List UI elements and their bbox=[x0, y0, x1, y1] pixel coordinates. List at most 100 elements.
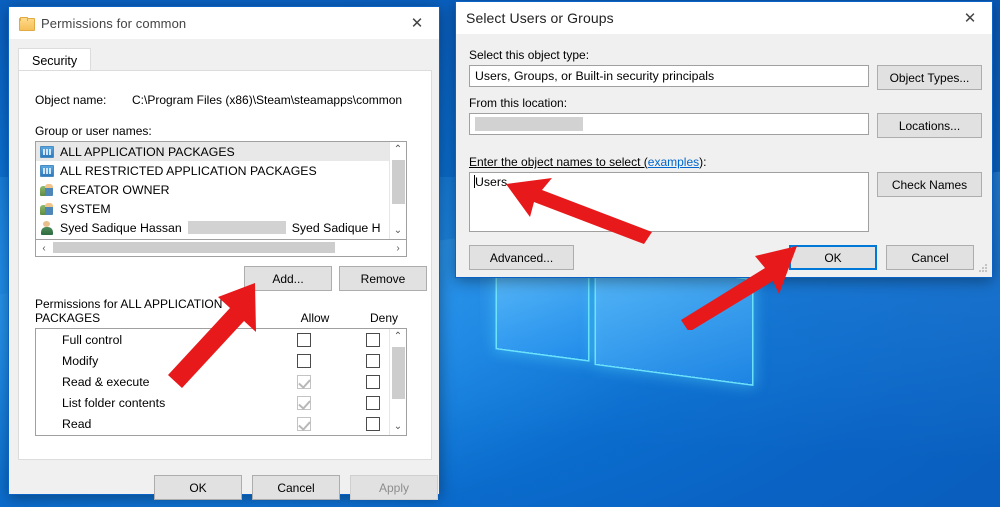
chevron-right-icon[interactable]: › bbox=[390, 243, 406, 254]
table-row[interactable]: List folder contents bbox=[36, 392, 406, 413]
chevron-down-icon[interactable]: ⌄ bbox=[394, 223, 402, 239]
object-type-label: Select this object type: bbox=[469, 48, 590, 62]
add-button[interactable]: Add... bbox=[244, 266, 332, 291]
allow-checkbox[interactable] bbox=[297, 395, 311, 410]
cancel-button-label: Cancel bbox=[911, 250, 949, 265]
permissions-table[interactable]: Full control Modify Read & execute List … bbox=[35, 328, 407, 436]
object-types-button-label: Object Types... bbox=[889, 70, 970, 85]
chevron-left-icon[interactable]: ‹ bbox=[36, 243, 52, 254]
permissions-dialog: Permissions for common ✕ Security Object… bbox=[8, 6, 440, 500]
object-types-button[interactable]: Object Types... bbox=[877, 65, 982, 90]
object-names-label-prefix: Enter the object names to select ( bbox=[469, 155, 648, 169]
check-names-button[interactable]: Check Names bbox=[877, 172, 982, 197]
list-item[interactable]: SYSTEM bbox=[36, 199, 406, 218]
cancel-button[interactable]: Cancel bbox=[886, 245, 974, 270]
select-users-or-groups-dialog: Select Users or Groups ✕ Select this obj… bbox=[455, 1, 993, 278]
list-item[interactable]: CREATOR OWNER bbox=[36, 180, 406, 199]
app-package-icon bbox=[40, 145, 54, 159]
group-icon bbox=[40, 183, 54, 197]
list-item[interactable]: ALL APPLICATION PACKAGES bbox=[36, 142, 406, 161]
select-users-dialog-title: Select Users or Groups bbox=[466, 10, 614, 26]
column-header-allow: Allow bbox=[300, 311, 330, 325]
column-header-deny: Deny bbox=[369, 311, 398, 325]
chevron-down-icon[interactable]: ⌄ bbox=[394, 419, 402, 435]
tab-security-label: Security bbox=[32, 53, 78, 68]
check-names-button-label: Check Names bbox=[891, 177, 968, 192]
redacted-text bbox=[187, 221, 286, 234]
folder-icon bbox=[19, 17, 35, 31]
object-names-value: Users bbox=[475, 175, 508, 189]
object-type-field[interactable]: Users, Groups, or Built-in security prin… bbox=[469, 65, 869, 87]
group-list-vertical-scrollbar[interactable]: ⌃ ⌄ bbox=[389, 142, 406, 239]
resize-grip-icon[interactable] bbox=[978, 263, 989, 274]
ok-button-label: OK bbox=[824, 250, 842, 265]
deny-checkbox[interactable] bbox=[366, 395, 380, 410]
group-or-user-names-list[interactable]: ALL APPLICATION PACKAGES ALL RESTRICTED … bbox=[35, 141, 407, 240]
object-name-label: Object name: bbox=[35, 93, 107, 107]
list-item-label: Syed Sadique Hassan bbox=[60, 220, 182, 235]
allow-checkbox[interactable] bbox=[297, 416, 311, 431]
group-list-horizontal-scrollbar[interactable]: ‹ › bbox=[35, 240, 407, 257]
list-item-label: ALL APPLICATION PACKAGES bbox=[60, 144, 235, 159]
deny-checkbox[interactable] bbox=[366, 332, 380, 347]
object-names-label-suffix: ): bbox=[699, 155, 707, 169]
permissions-table-scrollbar[interactable]: ⌃ ⌄ bbox=[389, 329, 406, 435]
close-icon[interactable]: ✕ bbox=[395, 7, 439, 39]
permission-name: Full control bbox=[62, 332, 123, 347]
table-row[interactable]: Full control bbox=[36, 329, 406, 350]
allow-checkbox[interactable] bbox=[297, 353, 311, 368]
location-field[interactable] bbox=[469, 113, 869, 135]
advanced-button[interactable]: Advanced... bbox=[469, 245, 574, 270]
object-name-value: C:\Program Files (x86)\Steam\steamapps\c… bbox=[132, 93, 403, 107]
tab-security[interactable]: Security bbox=[18, 48, 92, 72]
redacted-text bbox=[475, 117, 583, 131]
list-item[interactable]: ALL RESTRICTED APPLICATION PACKAGES bbox=[36, 161, 406, 180]
chevron-up-icon[interactable]: ⌃ bbox=[394, 329, 402, 345]
chevron-up-icon[interactable]: ⌃ bbox=[394, 142, 402, 158]
cancel-button[interactable]: Cancel bbox=[252, 475, 340, 500]
wallpaper-window-pane bbox=[596, 259, 752, 385]
permissions-for-label: Permissions for ALL APPLICATION PACKAGES bbox=[35, 297, 223, 325]
add-button-label: Add... bbox=[272, 271, 304, 286]
remove-button[interactable]: Remove bbox=[339, 266, 427, 291]
ok-button[interactable]: OK bbox=[154, 475, 242, 500]
group-or-user-names-label: Group or user names: bbox=[35, 124, 152, 138]
scrollbar-thumb[interactable] bbox=[392, 160, 405, 204]
deny-checkbox[interactable] bbox=[366, 353, 380, 368]
scrollbar-thumb[interactable] bbox=[392, 347, 405, 399]
object-names-input[interactable]: Users bbox=[469, 172, 869, 232]
permission-name: Read & execute bbox=[62, 374, 150, 389]
close-icon[interactable]: ✕ bbox=[948, 2, 992, 34]
list-item-trailing: Syed Sadique H bbox=[291, 220, 381, 235]
ok-button[interactable]: OK bbox=[789, 245, 877, 270]
list-item-label: SYSTEM bbox=[60, 201, 111, 216]
permission-name: Read bbox=[62, 416, 92, 431]
select-users-titlebar: Select Users or Groups ✕ bbox=[456, 2, 992, 34]
allow-checkbox[interactable] bbox=[297, 332, 311, 347]
permissions-dialog-title: Permissions for common bbox=[41, 15, 187, 31]
list-item[interactable]: Syed Sadique Hassan Syed Sadique H bbox=[36, 218, 406, 237]
advanced-button-label: Advanced... bbox=[489, 250, 554, 265]
deny-checkbox[interactable] bbox=[366, 416, 380, 431]
security-tab-panel: Object name: C:\Program Files (x86)\Stea… bbox=[18, 70, 432, 460]
cancel-button-label: Cancel bbox=[277, 480, 315, 495]
allow-checkbox[interactable] bbox=[297, 374, 311, 389]
object-name-row: Object name: C:\Program Files (x86)\Stea… bbox=[35, 93, 402, 107]
examples-link[interactable]: examples bbox=[648, 155, 699, 169]
ok-button-label: OK bbox=[189, 480, 207, 495]
list-item-label: CREATOR OWNER bbox=[60, 182, 170, 197]
app-package-icon bbox=[40, 164, 54, 178]
scrollbar-thumb[interactable] bbox=[53, 242, 335, 253]
user-icon bbox=[40, 220, 54, 235]
group-icon bbox=[40, 202, 54, 216]
deny-checkbox[interactable] bbox=[366, 374, 380, 389]
table-row[interactable]: Read & execute bbox=[36, 371, 406, 392]
table-row[interactable]: Write bbox=[36, 434, 406, 435]
table-row[interactable]: Read bbox=[36, 413, 406, 434]
permission-name: List folder contents bbox=[62, 395, 166, 410]
permission-name: Modify bbox=[62, 353, 99, 368]
table-row[interactable]: Modify bbox=[36, 350, 406, 371]
locations-button[interactable]: Locations... bbox=[877, 113, 982, 138]
permissions-titlebar: Permissions for common ✕ bbox=[9, 7, 439, 39]
apply-button-label: Apply bbox=[378, 480, 410, 495]
